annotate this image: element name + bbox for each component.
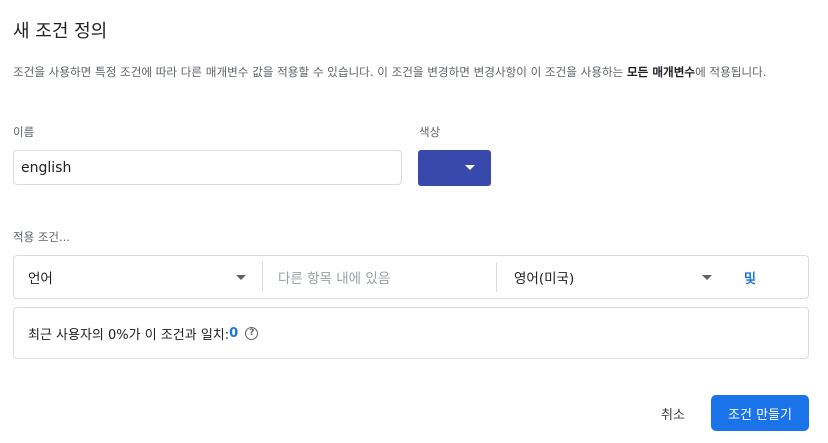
- condition-row: 언어 다른 항목 내에 있음 영어(미국) 및: [13, 255, 809, 299]
- match-count: 0: [229, 325, 239, 341]
- help-circle-icon[interactable]: ?: [245, 326, 259, 340]
- property-dropdown-icon: [236, 275, 246, 280]
- value-dropdown-icon: [702, 275, 712, 280]
- color-picker-button[interactable]: [418, 150, 491, 186]
- value-select[interactable]: 영어(미국): [497, 256, 719, 298]
- color-dropdown-caret-icon: [465, 165, 475, 170]
- dialog-description: 조건을 사용하면 특정 조건에 따라 다른 매개변수 값을 적용할 수 있습니다…: [13, 62, 808, 82]
- property-value: 언어: [28, 271, 53, 287]
- and-button[interactable]: 및: [744, 256, 764, 298]
- color-label: 색상: [419, 125, 441, 139]
- dialog-title: 새 조건 정의: [13, 21, 108, 42]
- operator-select[interactable]: 다른 항목 내에 있음: [263, 256, 496, 298]
- create-condition-button[interactable]: 조건 만들기: [711, 395, 809, 431]
- name-label: 이름: [13, 125, 35, 139]
- name-input[interactable]: [13, 150, 402, 185]
- operator-placeholder: 다른 항목 내에 있음: [278, 271, 391, 287]
- applies-label: 적용 조건...: [13, 230, 70, 244]
- match-info-box: 최근 사용자의 0%가 이 조건과 일치: 0 ?: [13, 307, 809, 359]
- description-bold: 모든 매개변수: [627, 65, 696, 79]
- description-part1: 조건을 사용하면 특정 조건에 따라 다른 매개변수 값을 적용할 수 있습니다…: [13, 65, 628, 79]
- property-select[interactable]: 언어: [14, 256, 262, 298]
- description-part2: 에 적용됩니다.: [695, 65, 767, 79]
- match-info-text: 최근 사용자의 0%가 이 조건과 일치:: [28, 327, 230, 343]
- cancel-button[interactable]: 취소: [650, 396, 696, 430]
- value-text: 영어(미국): [514, 271, 575, 287]
